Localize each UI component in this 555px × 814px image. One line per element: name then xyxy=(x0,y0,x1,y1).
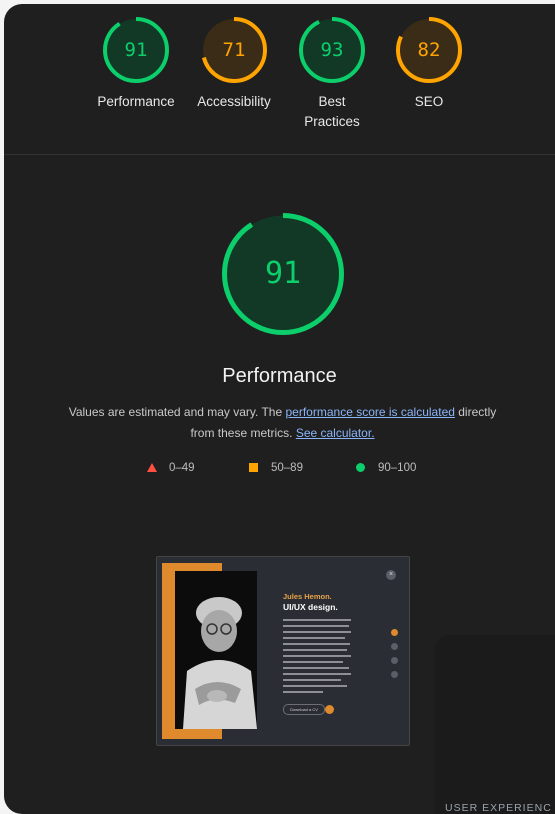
thumb-role: UI/UX design. xyxy=(283,602,338,612)
portrait-illustration xyxy=(175,571,257,729)
gauge-score: 93 xyxy=(320,39,344,61)
download-cv-button: Download a CV xyxy=(283,704,325,715)
desc-text: Values are estimated and may vary. The xyxy=(68,405,286,419)
gauge-score: 71 xyxy=(222,39,246,61)
performance-title: Performance xyxy=(222,365,337,387)
nav-dot-icon xyxy=(391,643,398,650)
circle-icon xyxy=(356,463,365,473)
performance-description: Values are estimated and may vary. The p… xyxy=(64,402,501,444)
category-gauges: 91 Performance 71 Accessibility 93 Best … xyxy=(4,4,555,155)
legend-range: 0–49 xyxy=(169,462,195,474)
corner-card-text: USER EXPERIENC xyxy=(445,802,552,814)
square-icon xyxy=(249,463,258,473)
performance-main-gauge: 91 xyxy=(221,212,345,336)
gauge-performance[interactable]: 91 Performance xyxy=(86,16,186,112)
legend-pass: 90–100 xyxy=(356,458,416,478)
see-calculator-link[interactable]: See calculator. xyxy=(296,426,375,440)
legend-range: 50–89 xyxy=(271,462,303,474)
portrait-photo xyxy=(175,571,257,729)
gauge-seo[interactable]: 82 SEO xyxy=(379,16,479,112)
arrow-icon xyxy=(325,705,334,714)
gauge-label: Performance xyxy=(97,94,175,109)
nav-dot-icon xyxy=(391,671,398,678)
gauge-score: 82 xyxy=(417,39,441,61)
overlapping-card: USER EXPERIENC xyxy=(435,635,555,814)
close-icon: × xyxy=(386,570,396,580)
score-calculated-link[interactable]: performance score is calculated xyxy=(286,405,455,419)
score-legend: 0–49 50–89 90–100 xyxy=(4,458,555,478)
gauge-ring: 82 xyxy=(395,16,463,84)
gauge-ring: 93 xyxy=(298,16,366,84)
gauge-accessibility[interactable]: 71 Accessibility xyxy=(184,16,284,112)
gauge-ring: 91 xyxy=(102,16,170,84)
thumb-name: Jules Hemon. xyxy=(283,592,332,601)
legend-fail: 0–49 xyxy=(147,458,195,478)
gauge-best-practices[interactable]: 93 Best Practices xyxy=(282,16,382,132)
gauge-score: 91 xyxy=(124,39,148,61)
thumb-paragraph xyxy=(283,619,351,697)
legend-average: 50–89 xyxy=(249,458,303,478)
legend-range: 90–100 xyxy=(378,462,417,474)
final-screenshot-thumbnail[interactable]: × Jules Hemon. UI/UX design. Download a … xyxy=(156,556,410,746)
nav-dot-icon xyxy=(391,629,398,636)
nav-dot-icon xyxy=(391,657,398,664)
gauge-label: Accessibility xyxy=(197,94,271,109)
triangle-icon xyxy=(147,463,157,473)
gauge-label: SEO xyxy=(414,94,444,109)
lighthouse-report-panel: 91 Performance 71 Accessibility 93 Best … xyxy=(4,4,555,814)
main-gauge-score: 91 xyxy=(264,256,302,291)
gauge-ring: 71 xyxy=(200,16,268,84)
gauge-label: Best Practices xyxy=(304,94,360,129)
